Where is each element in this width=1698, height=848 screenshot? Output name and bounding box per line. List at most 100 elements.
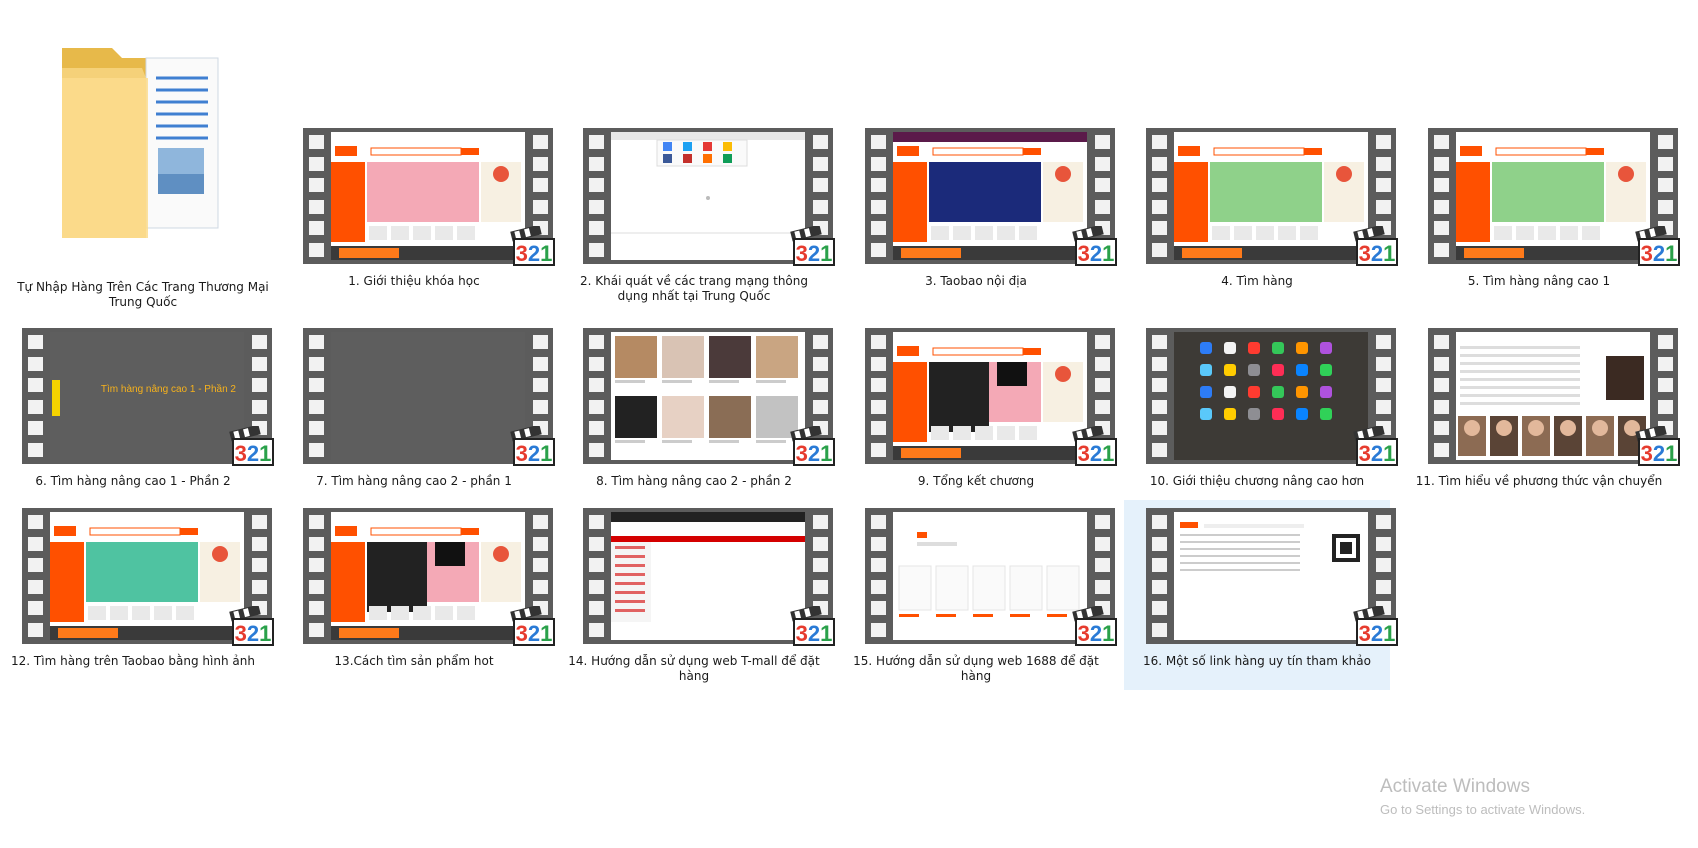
watermark-subtitle: Go to Settings to activate Windows. (1380, 802, 1586, 817)
svg-text:321: 321 (516, 241, 553, 266)
svg-text:321: 321 (1078, 441, 1115, 466)
activate-windows-watermark: Activate Windows Go to Settings to activ… (1380, 776, 1585, 817)
video-file-label: 9. Tổng kết chương (917, 474, 1035, 488)
film-holes (1428, 128, 1454, 264)
video-file-item[interactable]: 321 10. Giới thiệu chương nâng cao hơn (1124, 320, 1398, 510)
video-file-label: 4. Tìm hàng (1221, 274, 1293, 288)
svg-text:321: 321 (1078, 241, 1115, 266)
folder-label: Tự Nhập Hàng Trên Các Trang Thương Mại T… (17, 280, 269, 309)
video-thumbnail: 321 (1146, 328, 1398, 466)
mpc-hc-icon: 321 (1072, 226, 1117, 266)
folder-icon (62, 48, 219, 238)
video-file-item[interactable]: 321 12. Tìm hàng trên Taobao bằng hình ản… (0, 500, 274, 690)
mpc-hc-icon: 321 (1353, 606, 1398, 646)
video-thumbnail: 321 (1146, 128, 1398, 266)
video-frame (1456, 332, 1650, 460)
video-thumbnail: 321 (1428, 328, 1680, 466)
video-file-label: 10. Giới thiệu chương nâng cao hơn (1149, 474, 1365, 488)
video-file-item[interactable]: 321 3. Taobao nội địa (843, 120, 1117, 310)
folder-item[interactable]: Tự Nhập Hàng Trên Các Trang Thương Mại T… (10, 30, 276, 309)
mpc-hc-icon: 321 (790, 226, 835, 266)
slide-title: Tìm hàng nâng cao 1 - Phần 2 (100, 384, 236, 395)
film-holes (22, 508, 48, 644)
video-frame (893, 332, 1087, 460)
video-file-label: 8. Tìm hàng nâng cao 2 - phần 2 (596, 474, 792, 488)
video-frame (611, 332, 805, 460)
video-thumbnail: 321 (303, 128, 555, 266)
video-file-item[interactable]: 321 14. Hướng dẫn sử dụng web T-mall để đ… (561, 500, 835, 690)
video-thumbnail: 321 (583, 128, 835, 266)
film-holes (1146, 128, 1172, 264)
mpc-hc-icon: 321 (229, 426, 274, 466)
svg-text:321: 321 (1078, 621, 1115, 646)
mpc-hc-icon: 321 (790, 606, 835, 646)
film-holes (583, 508, 609, 644)
video-frame (331, 132, 525, 260)
film-holes (1428, 328, 1454, 464)
video-file-label: 16. Một số link hàng uy tín tham khảo (1143, 654, 1371, 668)
svg-text:321: 321 (516, 441, 553, 466)
film-holes (583, 328, 609, 464)
film-holes (303, 328, 329, 464)
film-holes (1146, 328, 1172, 464)
video-file-label: 13.Cách tìm sản phẩm hot (334, 654, 494, 668)
mpc-hc-icon: 321 (510, 426, 555, 466)
film-holes (303, 128, 329, 264)
video-frame (893, 512, 1087, 640)
video-file-label: 3. Taobao nội địa (925, 274, 1027, 288)
video-file-label: 1. Giới thiệu khóa học (348, 274, 480, 288)
mpc-hc-icon: 321 (1635, 226, 1680, 266)
film-holes (303, 508, 329, 644)
video-file-item[interactable]: 321 8. Tìm hàng nâng cao 2 - phần 2 (561, 320, 835, 510)
watermark-title: Activate Windows (1380, 776, 1530, 797)
video-file-item[interactable]: 321 2. Khái quát về các trang mạng thông … (561, 120, 835, 310)
mpc-hc-icon: 321 (229, 606, 274, 646)
svg-text:321: 321 (1359, 441, 1396, 466)
film-holes (1146, 508, 1172, 644)
video-frame (1174, 132, 1368, 260)
video-file-item[interactable]: 321 15. Hướng dẫn sử dụng web 1688 để đặt… (843, 500, 1117, 690)
video-thumbnail: 321 (583, 508, 835, 646)
film-holes (22, 328, 48, 464)
video-file-label: 2. Khái quát về các trang mạng thông dụn… (580, 274, 808, 303)
svg-text:321: 321 (235, 441, 272, 466)
mpc-hc-icon: 321 (1635, 426, 1680, 466)
svg-text:321: 321 (796, 441, 833, 466)
video-file-item[interactable]: Tìm hàng nâng cao 1 - Phần 2 321 6. Tìm hà… (0, 320, 274, 510)
film-holes (865, 328, 891, 464)
video-file-item[interactable]: 321 13.Cách tìm sản phẩm hot (281, 500, 555, 690)
svg-text:321: 321 (1641, 441, 1678, 466)
slide-accent-bar (52, 380, 60, 416)
film-holes (865, 508, 891, 644)
mpc-hc-icon: 321 (510, 606, 555, 646)
svg-text:321: 321 (1359, 621, 1396, 646)
video-file-item[interactable]: 321 5. Tìm hàng nâng cao 1 (1406, 120, 1680, 310)
video-file-label: 15. Hướng dẫn sử dụng web 1688 để đặt hà… (853, 654, 1099, 683)
film-holes (865, 128, 891, 264)
video-file-label: 11. Tìm hiểu về phương thức vận chuyển (1415, 474, 1663, 488)
video-frame (331, 512, 525, 640)
svg-text:321: 321 (516, 621, 553, 646)
video-file-item[interactable]: 321 7. Tìm hàng nâng cao 2 - phần 1 (281, 320, 555, 510)
video-file-label: 12. Tìm hàng trên Taobao bằng hình ảnh (11, 654, 255, 668)
video-thumbnail: 321 (303, 328, 555, 466)
mpc-hc-icon: 321 (1353, 226, 1398, 266)
svg-text:321: 321 (1359, 241, 1396, 266)
svg-text:321: 321 (796, 621, 833, 646)
video-file-label: 6. Tìm hàng nâng cao 1 - Phần 2 (35, 474, 231, 488)
mpc-hc-icon: 321 (510, 226, 555, 266)
svg-text:321: 321 (1641, 241, 1678, 266)
video-file-item[interactable]: 321 4. Tìm hàng (1124, 120, 1398, 310)
mpc-hc-icon: 321 (790, 426, 835, 466)
svg-text:321: 321 (235, 621, 272, 646)
film-holes (583, 128, 609, 264)
video-file-item[interactable]: 321 16. Một số link hàng uy tín tham khảo (1124, 500, 1398, 690)
video-frame (893, 132, 1087, 260)
video-file-item[interactable]: 321 11. Tìm hiểu về phương thức vận chuyể… (1406, 320, 1680, 510)
video-file-item[interactable]: 321 1. Giới thiệu khóa học (281, 120, 555, 310)
video-frame (1174, 512, 1368, 640)
video-file-item[interactable]: 321 9. Tổng kết chương (843, 320, 1117, 510)
video-file-label: 7. Tìm hàng nâng cao 2 - phần 1 (316, 474, 512, 488)
mpc-hc-icon: 321 (1072, 606, 1117, 646)
video-thumbnail: 321 (583, 328, 835, 466)
